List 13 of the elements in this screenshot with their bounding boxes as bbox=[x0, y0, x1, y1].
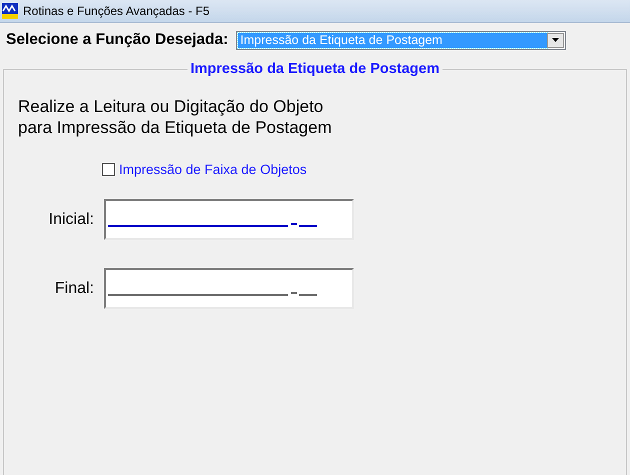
range-checkbox[interactable]: Impressão de Faixa de Objetos bbox=[102, 162, 626, 177]
window-title: Rotinas e Funções Avançadas - F5 bbox=[23, 4, 210, 18]
function-label: Selecione a Função Desejada: bbox=[6, 31, 228, 49]
instruction-text: Realize a Leitura ou Digitação do Objeto bbox=[18, 96, 324, 117]
instruction-text: para Impressão da Etiqueta de Postagem bbox=[18, 117, 333, 138]
group-title: Impressão da Etiqueta de Postagem bbox=[188, 61, 442, 77]
input-mask-icon bbox=[108, 292, 318, 296]
field-label: Inicial: bbox=[48, 210, 94, 228]
input-mask-icon bbox=[108, 223, 318, 227]
app-logo-icon bbox=[2, 3, 18, 19]
object-input-field[interactable] bbox=[104, 199, 354, 240]
object-input-field[interactable] bbox=[104, 268, 354, 309]
field-label: Final: bbox=[54, 280, 94, 298]
